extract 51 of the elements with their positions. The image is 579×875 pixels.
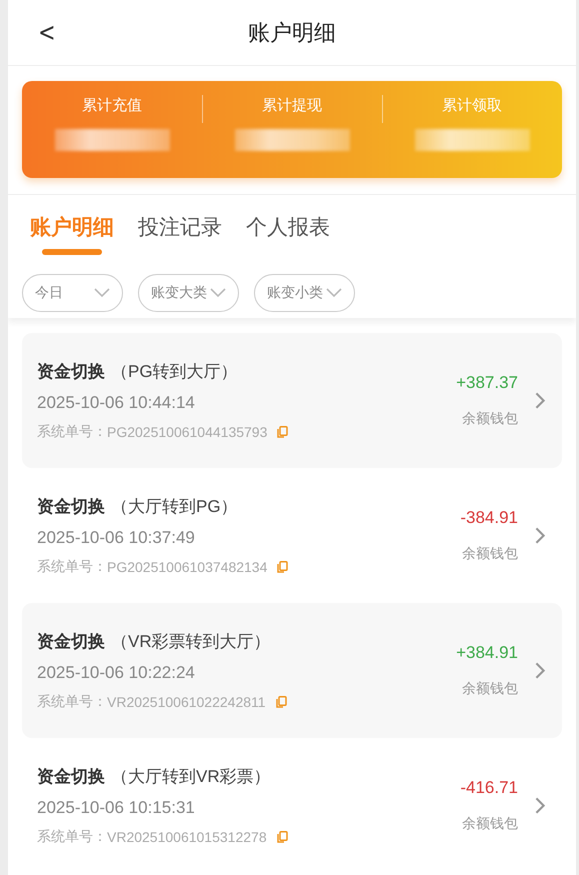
record-title: 资金切换 bbox=[37, 361, 105, 383]
summary-label: 累计领取 bbox=[442, 96, 502, 115]
copy-icon[interactable] bbox=[276, 831, 288, 843]
order-number: PG202510061037482134 bbox=[107, 559, 268, 575]
order-number: PG202510061044135793 bbox=[107, 424, 268, 440]
record-time: 2025-10-06 10:22:24 bbox=[37, 663, 196, 683]
record-time: 2025-10-06 10:15:31 bbox=[37, 798, 196, 818]
chevron-down-icon bbox=[94, 288, 110, 298]
summary-label: 累计充值 bbox=[82, 96, 142, 115]
record-detail: （大厅转到VR彩票） bbox=[111, 766, 271, 788]
chevron-right-icon bbox=[534, 660, 546, 680]
record-amount: +387.37 bbox=[456, 373, 518, 393]
record-amount: -384.91 bbox=[460, 508, 518, 528]
wallet-name: 余额钱包 bbox=[462, 545, 518, 563]
record-amount: +384.91 bbox=[456, 643, 518, 663]
order-number: VR202510061015312278 bbox=[107, 829, 267, 845]
record-time: 2025-10-06 10:37:49 bbox=[37, 528, 196, 548]
record-amount: -416.71 bbox=[460, 778, 518, 798]
order-label: 系统单号： bbox=[37, 558, 107, 576]
filter-dropdown[interactable]: 今日 bbox=[22, 274, 123, 312]
order-label: 系统单号： bbox=[37, 693, 107, 711]
page-title: 账户明细 bbox=[248, 18, 336, 46]
chevron-down-icon bbox=[210, 288, 226, 298]
tab[interactable]: 个人报表 bbox=[246, 213, 330, 255]
chevron-down-icon bbox=[326, 288, 342, 298]
wallet-name: 余额钱包 bbox=[462, 815, 518, 833]
record-detail: （VR彩票转到大厅） bbox=[111, 631, 271, 653]
record-title: 资金切换 bbox=[37, 766, 105, 788]
record-detail: （PG转到大厅） bbox=[111, 361, 238, 383]
chevron-right-icon bbox=[534, 796, 546, 816]
filter-dropdown[interactable]: 账变大类 bbox=[138, 274, 239, 312]
record-title: 资金切换 bbox=[37, 631, 105, 653]
tab[interactable]: 投注记录 bbox=[138, 213, 222, 255]
copy-icon[interactable] bbox=[277, 426, 288, 438]
record-row[interactable]: 资金切换 （VR彩票转到大厅） 2025-10-06 10:22:24 系统单号：VR202510061022242811 +384.91 余额钱包 bbox=[22, 603, 562, 738]
record-row[interactable]: 资金切换 （PG转到大厅） 2025-10-06 10:44:14 系统单号：PG202510061044135793 +387.37 余额钱包 bbox=[22, 333, 562, 468]
record-time: 2025-10-06 10:44:14 bbox=[37, 393, 196, 413]
wallet-name: 余额钱包 bbox=[462, 680, 518, 698]
order-number: VR202510061022242811 bbox=[107, 694, 266, 710]
filter-dropdown[interactable]: 账变小类 bbox=[254, 274, 355, 312]
order-label: 系统单号： bbox=[37, 423, 107, 441]
wallet-name: 余额钱包 bbox=[462, 410, 518, 428]
record-title: 资金切换 bbox=[37, 496, 105, 518]
copy-icon[interactable] bbox=[276, 696, 287, 708]
back-button[interactable]: < bbox=[34, 18, 59, 48]
order-label: 系统单号： bbox=[37, 828, 107, 846]
copy-icon[interactable] bbox=[277, 561, 288, 573]
chevron-right-icon bbox=[534, 390, 546, 410]
record-detail: （大厅转到PG） bbox=[111, 496, 238, 518]
chevron-right-icon bbox=[534, 526, 546, 546]
summary-label: 累计提现 bbox=[262, 96, 322, 115]
